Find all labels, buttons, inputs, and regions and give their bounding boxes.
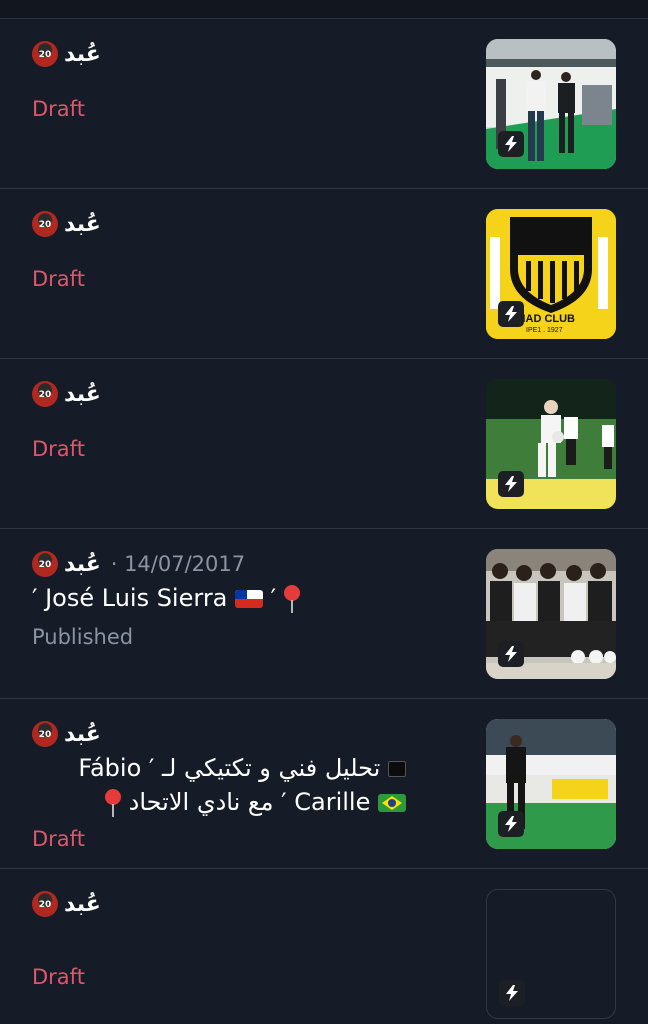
post-text: تحليل فني و تكتيكي لـ ′ Fábio Carille ′ …: [32, 751, 406, 819]
author-name: عُبد: [64, 211, 101, 237]
brazil-flag-icon: [378, 794, 406, 812]
feed-item[interactable]: 20 عُبد Draft: [0, 869, 648, 1024]
lightning-badge: [499, 980, 525, 1006]
status-label: Draft: [32, 97, 85, 121]
author-name: عُبد: [64, 41, 101, 67]
feed-item[interactable]: 20 عُبد Draft: [0, 19, 648, 189]
author-line: 20 عُبد · 14/07/2017: [32, 549, 245, 579]
avatar-number: 20: [38, 900, 52, 910]
avatar: 20: [32, 41, 58, 67]
avatar-number: 20: [38, 50, 52, 60]
lightning-badge: [498, 131, 524, 157]
chile-flag-icon: [235, 590, 264, 608]
black-square-icon: [388, 761, 406, 777]
post-date: · 14/07/2017: [110, 552, 246, 576]
thumbnail-team-huddle[interactable]: [486, 549, 616, 679]
avatar: 20: [32, 721, 58, 747]
post-text: ′ José Luis Sierra ′: [32, 581, 452, 615]
badge-year: IPE1 . 1927: [526, 327, 563, 334]
draft-feed: 20 عُبد Draft 20 عُبد Draft ITTIHAD CLUB…: [0, 19, 648, 1024]
lightning-icon: [505, 816, 517, 832]
avatar-number: 20: [38, 560, 52, 570]
author-line: 20 عُبد: [32, 889, 101, 919]
lightning-badge: [498, 471, 524, 497]
avatar: 20: [32, 891, 58, 917]
lightning-icon: [505, 646, 517, 662]
lightning-icon: [506, 985, 518, 1001]
avatar: 20: [32, 551, 58, 577]
thumbnail-coaches-bench[interactable]: [486, 39, 616, 169]
post-text-line: Carille ′ مع نادي الاتحاد: [32, 785, 406, 819]
avatar: 20: [32, 211, 58, 237]
status-label: Draft: [32, 267, 85, 291]
feed-item[interactable]: 20 عُبد تحليل فني و تكتيكي لـ ′ Fábio Ca…: [0, 699, 648, 869]
author-name: عُبد: [64, 551, 101, 577]
thumbnail-coach-stadium[interactable]: [486, 719, 616, 849]
lightning-icon: [505, 476, 517, 492]
feed-item[interactable]: 20 عُبد Draft ITTIHAD CLUB IPE1 . 1927: [0, 189, 648, 359]
status-label: Draft: [32, 437, 85, 461]
feed-item[interactable]: 20 عُبد Draft: [0, 359, 648, 529]
lightning-badge: [498, 301, 524, 327]
lightning-badge: [498, 811, 524, 837]
status-label: Draft: [32, 965, 85, 989]
author-line: 20 عُبد: [32, 379, 101, 409]
status-label: Draft: [32, 827, 85, 851]
lightning-icon: [505, 136, 517, 152]
avatar-number: 20: [38, 730, 52, 740]
top-bar: [0, 0, 648, 19]
pin-icon: [283, 585, 300, 613]
avatar: 20: [32, 381, 58, 407]
avatar-number: 20: [38, 220, 52, 230]
post-text-line1: تحليل فني و تكتيكي لـ ′ Fábio: [78, 754, 381, 782]
lightning-badge: [498, 641, 524, 667]
feed-item[interactable]: 20 عُبد · 14/07/2017 ′ José Luis Sierra …: [0, 529, 648, 699]
status-label: Published: [32, 625, 134, 649]
post-text-line2: Carille ′ مع نادي الاتحاد: [128, 788, 371, 816]
avatar-number: 20: [38, 390, 52, 400]
post-text-suffix: ′: [270, 584, 277, 612]
post-text-line: تحليل فني و تكتيكي لـ ′ Fábio: [32, 751, 406, 785]
thumbnail-placeholder[interactable]: [486, 889, 616, 1019]
author-line: 20 عُبد: [32, 719, 101, 749]
author-line: 20 عُبد: [32, 39, 101, 69]
thumbnail-ittihad-logo[interactable]: ITTIHAD CLUB IPE1 . 1927: [486, 209, 616, 339]
thumbnail-coach-training[interactable]: [486, 379, 616, 509]
pin-icon: [105, 789, 122, 817]
author-name: عُبد: [64, 381, 101, 407]
author-name: عُبد: [64, 721, 101, 747]
author-line: 20 عُبد: [32, 209, 101, 239]
post-text-line: ′ José Luis Sierra: [32, 584, 228, 612]
lightning-icon: [505, 306, 517, 322]
author-name: عُبد: [64, 891, 101, 917]
